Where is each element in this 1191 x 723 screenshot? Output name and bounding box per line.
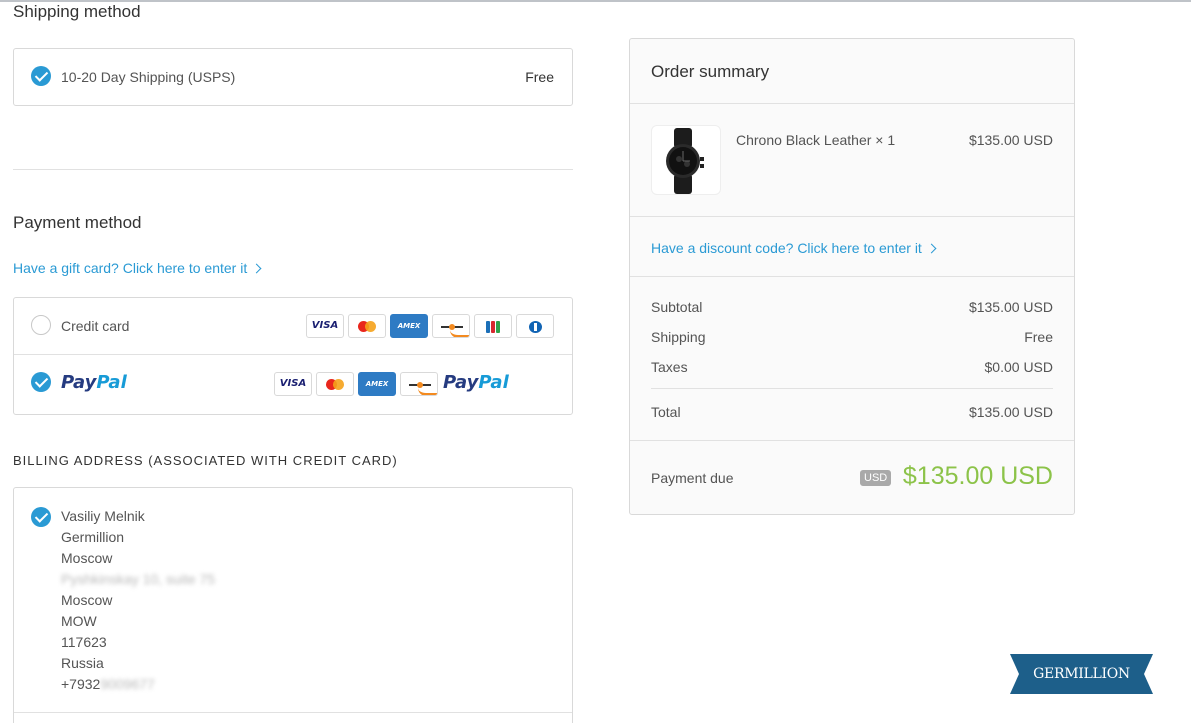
amex-card-icon: AMEX (390, 314, 428, 338)
discover-card-icon (432, 314, 470, 338)
shipping-method-heading: Shipping method (13, 2, 141, 21)
summary-divider (630, 216, 1074, 217)
payment-method-heading: Payment method (13, 213, 142, 232)
brand-logo: GERMILLION (1010, 654, 1153, 694)
discount-code-link[interactable]: Have a discount code? Click here to ente… (651, 240, 937, 256)
paypal-logo: PayPal (61, 372, 127, 393)
credit-card-radio[interactable] (31, 315, 51, 335)
billing-postal-code: 117623 (61, 634, 107, 650)
jcb-card-icon (474, 314, 512, 338)
check-icon[interactable] (31, 372, 51, 392)
brand-name: GERMILLION (1033, 666, 1130, 682)
mastercard-icon (316, 372, 354, 396)
check-icon[interactable] (31, 507, 51, 527)
billing-street: Pyshkinskay 10, suite 75 (61, 571, 216, 587)
payment-due-label: Payment due (651, 470, 734, 486)
billing-phone: +79329009677 (61, 676, 155, 692)
amex-card-icon: AMEX (358, 372, 396, 396)
watch-icon (666, 128, 704, 194)
diners-card-icon (516, 314, 554, 338)
chevron-right-icon (926, 243, 937, 254)
billing-address-heading: BILLING ADDRESS (ASSOCIATED WITH CREDIT … (13, 453, 398, 468)
payment-options: Credit card VISA AMEX PayPal VISA AMEX P… (13, 297, 573, 415)
product-thumbnail (651, 125, 721, 195)
taxes-label: Taxes (651, 359, 688, 375)
visa-card-icon: VISA (274, 372, 312, 396)
subtotal-value: $135.00 USD (968, 299, 1053, 315)
billing-name: Vasiliy Melnik (61, 508, 145, 524)
summary-divider (630, 103, 1074, 104)
summary-divider (630, 440, 1074, 441)
billing-region-code: MOW (61, 613, 97, 629)
shipping-value: Free (1024, 329, 1053, 345)
billing-city: Moscow (61, 550, 113, 566)
gift-card-link[interactable]: Have a gift card? Click here to enter it (13, 260, 262, 276)
shipping-option-label: 10-20 Day Shipping (USPS) (61, 69, 236, 85)
billing-company: Germillion (61, 529, 125, 545)
billing-region: Moscow (61, 592, 113, 608)
payment-option-credit-card[interactable]: Credit card VISA AMEX (14, 298, 572, 355)
credit-card-label: Credit card (61, 318, 130, 334)
currency-badge: USD (860, 470, 892, 486)
payment-due-value: $135.00 USD (902, 462, 1053, 490)
shipping-label: Shipping (651, 329, 706, 345)
section-divider (13, 169, 573, 170)
chevron-right-icon (251, 263, 262, 274)
paypal-brand-logo: PayPal (443, 372, 509, 393)
total-value: $135.00 USD (968, 404, 1053, 420)
subtotal-label: Subtotal (651, 299, 703, 315)
discount-code-link-label: Have a discount code? Click here to ente… (651, 240, 922, 256)
order-summary-heading: Order summary (651, 62, 770, 81)
visa-card-icon: VISA (306, 314, 344, 338)
payment-option-paypal[interactable]: PayPal VISA AMEX PayPal (14, 355, 572, 414)
discover-card-icon (400, 372, 438, 396)
mastercard-icon (348, 314, 386, 338)
check-icon[interactable] (31, 66, 51, 86)
summary-divider (630, 276, 1074, 277)
total-label: Total (651, 404, 681, 420)
top-border (0, 0, 1191, 2)
shipping-option-price: Free (525, 69, 554, 85)
gift-card-link-label: Have a gift card? Click here to enter it (13, 260, 248, 276)
taxes-value: $0.00 USD (984, 359, 1053, 375)
product-name: Chrono Black Leather × 1 (736, 132, 896, 148)
order-summary: Order summary Chrono Black Leather × 1 $… (629, 38, 1075, 515)
shipping-option[interactable]: 10-20 Day Shipping (USPS) Free (13, 48, 573, 106)
total-divider (651, 388, 1053, 389)
billing-country: Russia (61, 655, 104, 671)
product-price: $135.00 USD (968, 132, 1053, 148)
billing-divider (14, 712, 572, 713)
